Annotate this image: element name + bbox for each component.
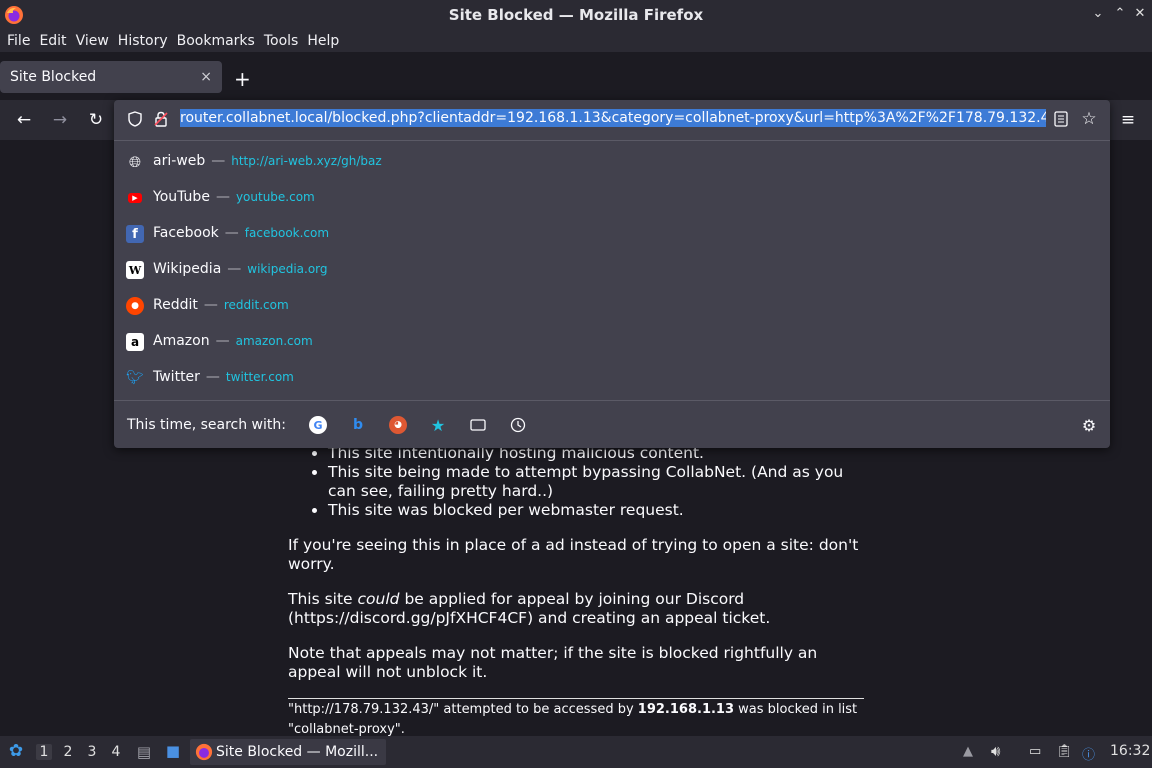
tab-strip: Site Blocked × + [0,52,1152,100]
menu-history[interactable]: History [118,33,168,49]
maximize-icon[interactable]: ⌃ [1111,6,1129,21]
suggestion-twitter[interactable]: 🐦︎ Twitter — twitter.com [114,360,1110,396]
twitter-icon: 🐦︎ [126,370,144,386]
amazon-icon: a [126,333,144,351]
block-reasons-list: This site intentionally hosting maliciou… [288,444,864,520]
menu-help[interactable]: Help [307,33,339,49]
workspace-2[interactable]: 2 [60,744,76,760]
tab-site-blocked[interactable]: Site Blocked × [0,61,222,93]
suggestion-name: Reddit [153,297,198,313]
suggestion-ari-web[interactable]: 🌐︎ ari-web — http://ari-web.xyz/gh/baz [114,144,1110,180]
block-footnote: "http://178.79.132.43/" attempted to be … [288,702,858,737]
reader-view-icon[interactable] [1052,110,1070,128]
volume-icon[interactable]: 🔊︎ [991,742,1000,760]
minimize-icon[interactable]: ⌄ [1089,6,1107,21]
bing-icon[interactable]: b [349,416,367,434]
suggestion-name: ari-web [153,153,206,169]
window-title: Site Blocked — Mozilla Firefox [448,6,704,24]
close-window-icon[interactable]: ✕ [1131,6,1149,21]
list-item: This site was blocked per webmaster requ… [328,501,864,520]
workspace-4[interactable]: 4 [108,744,124,760]
suggestion-url: youtube.com [235,190,315,204]
suggestion-reddit[interactable]: ● Reddit — reddit.com [114,288,1110,324]
suggestion-name: Facebook [153,225,219,241]
facebook-icon: f [126,225,144,243]
menu-view[interactable]: View [76,33,109,49]
suggestion-name: YouTube [153,189,210,205]
suggestion-facebook[interactable]: f Facebook — facebook.com [114,216,1110,252]
firefox-logo-icon [5,6,23,24]
clipboard-icon[interactable]: 📋︎ [1056,744,1073,759]
search-settings-gear-icon[interactable]: ⚙ [1080,416,1098,435]
menu-file[interactable]: File [7,33,30,49]
show-desktop-icon[interactable]: ■ [162,742,184,760]
bookmarks-search-icon[interactable]: ★ [429,416,447,435]
notification-icon[interactable]: ⓘ [1082,744,1095,763]
search-with-label: This time, search with: [127,417,286,433]
suggestion-youtube[interactable]: ▶ YouTube — youtube.com [114,180,1110,216]
bookmark-star-icon[interactable]: ☆ [1080,109,1098,129]
new-tab-icon[interactable]: + [234,67,251,91]
suggestion-name: Twitter [153,369,200,385]
menu-bar: File Edit View History Bookmarks Tools H… [0,30,1152,52]
menu-tools[interactable]: Tools [264,33,299,49]
suggestion-url: amazon.com [235,334,313,348]
back-icon[interactable]: ← [13,109,35,131]
blocked-page-content: This site intentionally hosting maliciou… [288,444,864,740]
divider [288,698,864,699]
google-icon[interactable]: G [309,416,327,434]
urlbar[interactable]: router.collabnet.local/blocked.php?clien… [114,100,1110,138]
firefox-icon [195,743,213,761]
appeal-note-paragraph: Note that appeals may not matter; if the… [288,644,818,681]
suggestion-url: reddit.com [223,298,289,312]
urlbar-dropdown: router.collabnet.local/blocked.php?clien… [114,100,1110,448]
taskbar-window-title: Site Blocked — Mozill... [216,744,379,760]
start-menu-icon[interactable]: ✿ [6,741,26,761]
suggestion-url: http://ari-web.xyz/gh/baz [231,154,382,168]
forward-icon[interactable]: → [49,109,71,131]
shield-icon[interactable] [126,110,144,128]
clock: 16:32 [1110,743,1151,759]
suggestion-name: Amazon [153,333,210,349]
network-icon[interactable]: ▭ [1029,744,1041,759]
divider [114,140,1110,141]
tabs-search-icon[interactable] [469,416,487,434]
broken-lock-icon[interactable] [152,110,170,128]
suggestion-name: Wikipedia [153,261,222,277]
app-menu-icon[interactable]: ≡ [1117,109,1139,131]
history-search-icon[interactable] [509,416,527,434]
reddit-icon: ● [126,297,144,315]
taskbar: ✿ 1 2 3 4 ▤ ■ Site Blocked — Mozill... ▲… [0,736,1152,768]
duckduckgo-icon[interactable]: ◕ [389,416,407,434]
suggestion-url: facebook.com [244,226,330,240]
suggestion-wikipedia[interactable]: W Wikipedia — wikipedia.org [114,252,1110,288]
file-manager-icon[interactable]: ▤ [134,743,154,761]
workspace-1[interactable]: 1 [36,744,52,760]
appeal-paragraph: This site could be applied for appeal by… [288,590,771,627]
suggestion-url: twitter.com [225,370,294,384]
suggestion-amazon[interactable]: a Amazon — amazon.com [114,324,1110,360]
window-titlebar: Site Blocked — Mozilla Firefox ⌄ ⌃ ✕ [0,0,1152,30]
youtube-icon: ▶ [128,193,142,203]
reload-icon[interactable]: ↻ [85,109,107,131]
ad-notice-paragraph: If you're seeing this in place of a ad i… [288,536,859,573]
one-off-search-bar: This time, search with: G b ◕ ★ ⚙ [114,400,1110,449]
globe-icon: 🌐︎ [128,153,141,171]
list-item: This site being made to attempt bypassin… [328,463,864,501]
tray-up-icon[interactable]: ▲ [963,744,973,759]
menu-bookmarks[interactable]: Bookmarks [177,33,255,49]
taskbar-window-firefox[interactable]: Site Blocked — Mozill... [190,739,386,765]
workspace-3[interactable]: 3 [84,744,100,760]
wikipedia-icon: W [126,261,144,279]
suggestion-url: wikipedia.org [247,262,328,276]
menu-edit[interactable]: Edit [39,33,66,49]
url-input[interactable]: router.collabnet.local/blocked.php?clien… [180,109,1046,127]
tab-close-icon[interactable]: × [200,69,212,85]
tab-title: Site Blocked [10,69,97,85]
